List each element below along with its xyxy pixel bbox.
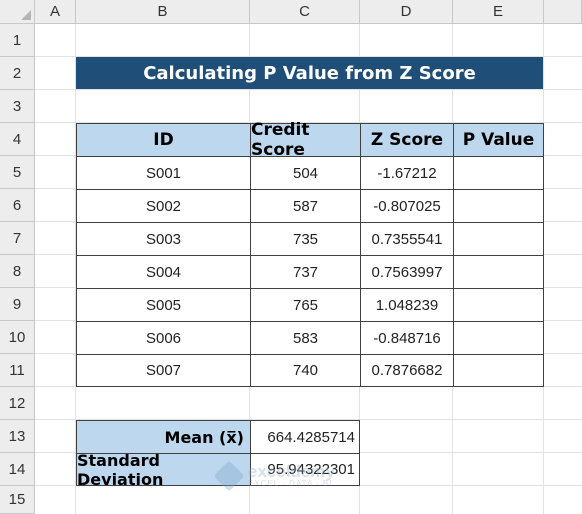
cell-id[interactable]: S003 [76,222,251,256]
cell-id[interactable]: S006 [76,321,251,355]
cell-id[interactable]: S005 [76,288,251,322]
cell-z-score[interactable]: -0.848716 [360,321,454,355]
row-header-5[interactable]: 5 [0,156,35,189]
header-credit-score[interactable]: Credit Score [250,120,361,160]
exceldemy-logo-icon [213,459,245,492]
mean-value[interactable]: 664.4285714 [250,420,360,454]
cell-credit-score[interactable]: 765 [250,288,361,322]
cell-credit-score[interactable]: 587 [250,189,361,223]
cell-p-value[interactable] [453,189,544,223]
column-header-a[interactable]: A [35,0,76,24]
row-header-9[interactable]: 9 [0,288,35,321]
cell-p-value[interactable] [453,255,544,289]
row-header-15[interactable]: 15 [0,486,35,514]
cell-credit-score[interactable]: 504 [250,156,361,190]
row-header-12[interactable]: 12 [0,387,35,420]
column-header-e[interactable]: E [453,0,544,24]
row-header-4[interactable]: 4 [0,123,35,156]
cell-p-value[interactable] [453,156,544,190]
row-header-13[interactable]: 13 [0,420,35,453]
row-header-1[interactable]: 1 [0,24,35,57]
row-header-3[interactable]: 3 [0,90,35,123]
row-header-6[interactable]: 6 [0,189,35,222]
header-id[interactable]: ID [76,123,251,157]
cell-id[interactable]: S001 [76,156,251,190]
cell-credit-score[interactable]: 740 [250,354,361,387]
row-header-2[interactable]: 2 [0,57,35,90]
cell-z-score[interactable]: 0.7563997 [360,255,454,289]
row-header-11[interactable]: 11 [0,354,35,387]
sheet-title[interactable]: Calculating P Value from Z Score [76,57,543,89]
cell-id[interactable]: S004 [76,255,251,289]
watermark-tagline: EXCEL · DATA · BI [248,479,333,488]
watermark-name: exceldemy [248,462,335,481]
cell-id[interactable]: S002 [76,189,251,223]
cell-id[interactable]: S007 [76,354,251,387]
row-header-10[interactable]: 10 [0,321,35,354]
mean-label[interactable]: Mean (x̅) [76,420,251,454]
cell-credit-score[interactable]: 583 [250,321,361,355]
cell-p-value[interactable] [453,222,544,256]
column-header-f[interactable] [544,0,582,24]
cell-credit-score[interactable]: 737 [250,255,361,289]
gridline [35,89,582,90]
column-header-b[interactable]: B [76,0,250,24]
cell-p-value[interactable] [453,321,544,355]
cell-credit-score[interactable]: 735 [250,222,361,256]
cell-z-score[interactable]: 0.7355541 [360,222,454,256]
cell-p-value[interactable] [453,288,544,322]
select-all-corner[interactable] [0,0,35,24]
watermark: exceldemy EXCEL · DATA · BI [213,459,335,492]
cell-p-value[interactable] [453,354,544,387]
cell-z-score[interactable]: 0.7876682 [360,354,454,387]
column-header-d[interactable]: D [360,0,453,24]
row-header-14[interactable]: 14 [0,453,35,486]
row-header-8[interactable]: 8 [0,255,35,288]
row-header-7[interactable]: 7 [0,222,35,255]
cell-z-score[interactable]: -1.67212 [360,156,454,190]
header-p-value[interactable]: P Value [453,123,544,157]
column-header-c[interactable]: C [250,0,360,24]
cell-z-score[interactable]: 1.048239 [360,288,454,322]
header-z-score[interactable]: Z Score [360,123,454,157]
cell-z-score[interactable]: -0.807025 [360,189,454,223]
